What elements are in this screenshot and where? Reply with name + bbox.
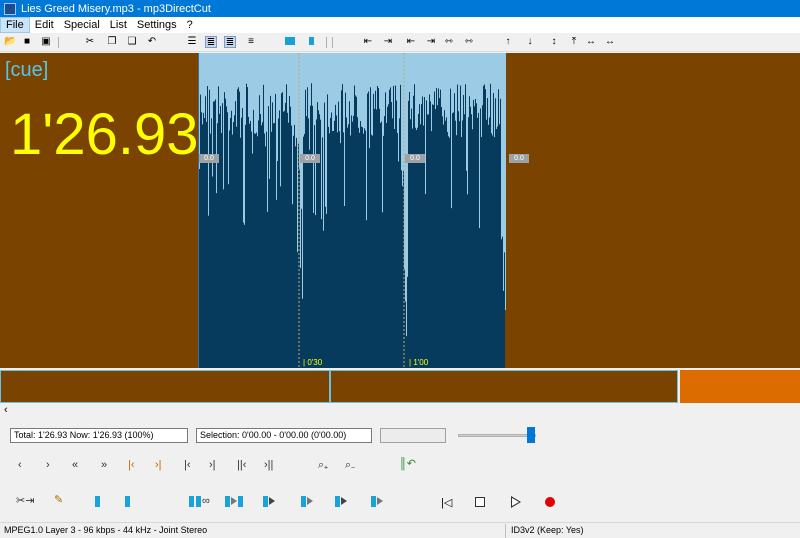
title-bar: Lies Greed Misery.mp3 - mp3DirectCut: [0, 0, 800, 17]
play-preview-icon[interactable]: [370, 495, 383, 507]
next-mark-icon[interactable]: ›|: [209, 459, 216, 471]
level-marker[interactable]: 0.0: [405, 154, 425, 163]
page-cue-icon[interactable]: ≣: [224, 36, 236, 48]
save-icon[interactable]: ■: [21, 36, 33, 48]
play-icon[interactable]: [511, 496, 521, 508]
menu-special[interactable]: Special: [59, 18, 105, 32]
total-time-field: Total: 1'26.93 Now: 1'26.93 (100%): [10, 428, 188, 443]
scroll-left-icon[interactable]: ‹: [4, 404, 8, 416]
menu-settings[interactable]: Settings: [132, 18, 182, 32]
play-from-begin-icon[interactable]: [300, 495, 313, 507]
prev-icon[interactable]: |◁: [441, 496, 452, 509]
go-end-icon[interactable]: ›|: [155, 459, 162, 471]
page-selected-icon[interactable]: ≣: [205, 36, 217, 48]
menu-help[interactable]: ?: [182, 18, 198, 32]
waveform-graph: [199, 53, 506, 368]
level-marker[interactable]: 0.0: [199, 154, 219, 163]
toolbar-separator: [58, 37, 59, 48]
status-format: MPEG1.0 Layer 3 - 96 kbps - 44 kHz - Joi…: [4, 525, 208, 535]
zoom-in-icon[interactable]: ⌕₊: [318, 459, 328, 471]
selection-field: Selection: 0'00.00 - 0'00.00 (0'00.00): [196, 428, 372, 443]
restore-icon[interactable]: ║↶: [399, 458, 416, 470]
volume-slider[interactable]: [458, 434, 536, 437]
next-cue-icon[interactable]: ⇥: [425, 36, 437, 48]
status-bar: MPEG1.0 Layer 3 - 96 kbps - 44 kHz - Joi…: [0, 522, 800, 538]
page-icon[interactable]: ☰: [186, 36, 198, 48]
waveform-view[interactable]: [cue] 1'26.93 0.0 0.0 0.0 0.0 0'30 1'00: [0, 53, 800, 368]
stop-icon[interactable]: [475, 497, 485, 507]
fast-forward-icon[interactable]: »: [101, 459, 107, 471]
set-begin-marker-icon[interactable]: [94, 495, 101, 507]
toolbar-separator: [326, 37, 327, 48]
undo-icon[interactable]: ↶: [146, 36, 158, 48]
join-icon[interactable]: ↔: [604, 36, 616, 48]
set-end-icon[interactable]: ⇥: [382, 36, 394, 48]
cue-label: [cue]: [5, 59, 49, 81]
toolbar: 📂 ■ ▣ ✂ ❐ ❑ ↶ ☰ ≣ ≣ ≡ ⇤ ⇥ ⇤ ⇥ ⇿ ⇿ ↑ ↓ ↕ …: [0, 33, 800, 52]
menu-list[interactable]: List: [105, 18, 132, 32]
prev-cue-icon[interactable]: ⇤: [405, 36, 417, 48]
app-icon: [4, 2, 16, 15]
volume-slider-thumb[interactable]: [527, 427, 535, 443]
time-marker: 1'00: [409, 358, 428, 367]
next-track-icon[interactable]: ›||: [264, 459, 273, 471]
play-to-marker-icon[interactable]: [334, 495, 347, 507]
normalize-icon[interactable]: ↕: [548, 36, 560, 48]
cut-selection-icon[interactable]: ✂⇥: [16, 495, 34, 507]
prev-track-icon[interactable]: ||‹: [237, 459, 246, 471]
set-begin-icon[interactable]: ⇤: [362, 36, 374, 48]
menu-file[interactable]: File: [0, 17, 30, 33]
save-all-icon[interactable]: ▣: [40, 36, 52, 48]
play-to-end-icon[interactable]: [262, 495, 275, 507]
overview-position[interactable]: [680, 370, 800, 403]
level-marker[interactable]: 0.0: [509, 154, 529, 163]
paste-icon[interactable]: ❑: [126, 36, 138, 48]
level-meter: [380, 428, 446, 443]
fade-out-icon[interactable]: ↓: [524, 36, 536, 48]
level-marker[interactable]: 0.0: [300, 154, 320, 163]
select-all-icon[interactable]: [283, 36, 297, 48]
set-end-marker-icon[interactable]: [124, 495, 131, 507]
cue-range-icon[interactable]: ⇿: [441, 36, 457, 48]
overview-segment[interactable]: [330, 370, 678, 403]
fast-back-icon[interactable]: «: [72, 459, 78, 471]
level-icon[interactable]: ⤒: [568, 36, 580, 48]
overview-segment[interactable]: [0, 370, 330, 403]
horizontal-scrollbar[interactable]: ‹: [0, 404, 800, 418]
skip-forward-icon[interactable]: ›: [46, 459, 50, 471]
open-icon[interactable]: 📂: [4, 36, 16, 48]
pen-icon[interactable]: ✎: [54, 494, 63, 506]
overview-bar[interactable]: [0, 368, 800, 404]
time-marker: 0'30: [303, 358, 322, 367]
cut-icon[interactable]: ✂: [84, 36, 96, 48]
prev-mark-icon[interactable]: |‹: [184, 459, 191, 471]
status-divider: [505, 524, 506, 538]
split-icon[interactable]: ↔: [585, 36, 597, 48]
play-loop-icon[interactable]: ∞: [188, 495, 210, 507]
page-small-icon[interactable]: ≡: [245, 36, 257, 48]
select-icon[interactable]: [305, 36, 317, 48]
zoom-out-icon[interactable]: ⌕₋: [345, 459, 355, 471]
app-window: Lies Greed Misery.mp3 - mp3DirectCut Fil…: [0, 0, 800, 538]
toolbar-separator: [332, 37, 333, 48]
status-tag: ID3v2 (Keep: Yes): [511, 525, 584, 535]
time-display: 1'26.93: [10, 102, 199, 167]
play-selection-icon[interactable]: [224, 495, 244, 507]
menu-bar: File Edit Special List Settings ?: [0, 17, 800, 33]
copy-icon[interactable]: ❐: [106, 36, 118, 48]
record-icon[interactable]: [545, 497, 555, 507]
skip-back-icon[interactable]: ‹: [18, 459, 22, 471]
go-begin-icon[interactable]: |‹: [128, 459, 135, 471]
window-title: Lies Greed Misery.mp3 - mp3DirectCut: [21, 2, 211, 15]
waveform-selection[interactable]: [198, 53, 506, 368]
cue-all-icon[interactable]: ⇿: [461, 36, 477, 48]
menu-edit[interactable]: Edit: [30, 18, 59, 32]
fade-in-icon[interactable]: ↑: [502, 36, 514, 48]
